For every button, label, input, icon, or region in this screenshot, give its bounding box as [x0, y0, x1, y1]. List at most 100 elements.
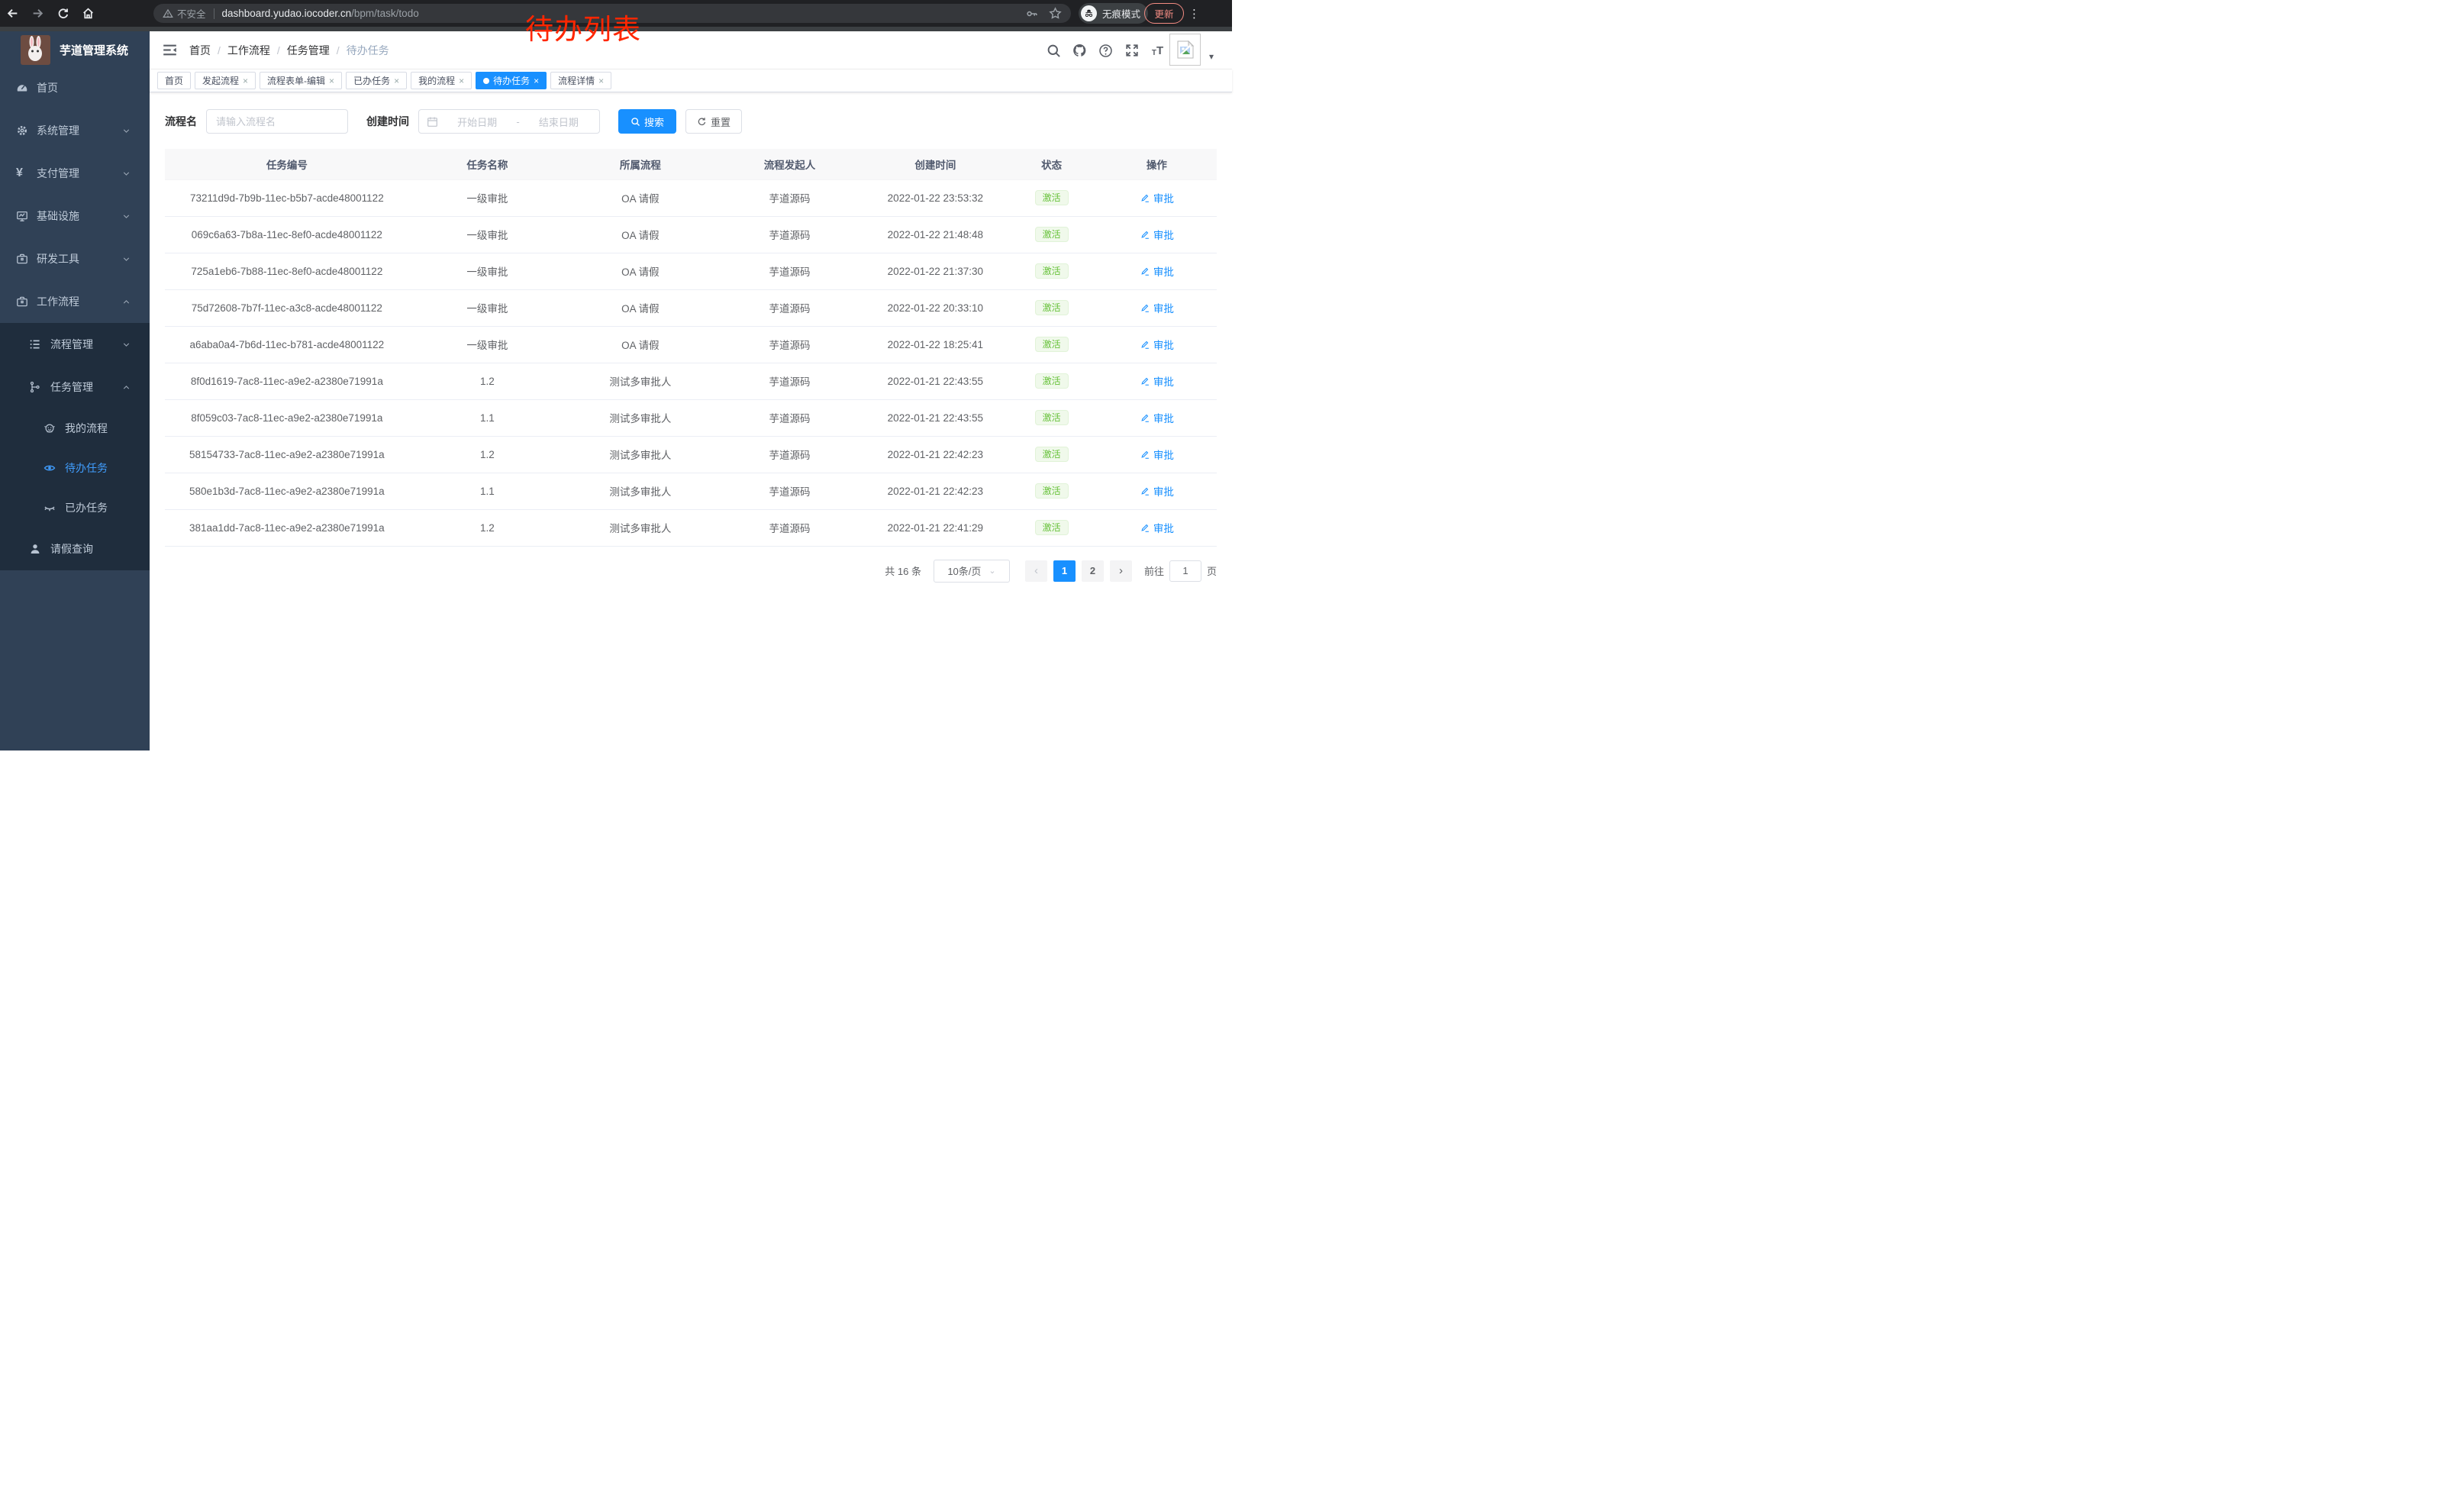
tab-close-icon[interactable]: ×	[534, 76, 539, 86]
approve-link[interactable]: 审批	[1140, 520, 1174, 535]
logo-row[interactable]: 芋道管理系统	[0, 31, 150, 69]
sidebar-item-首页[interactable]: 首页	[0, 66, 150, 109]
browser-reload-button[interactable]	[50, 1, 76, 26]
tab-流程详情[interactable]: 流程详情×	[550, 72, 611, 89]
cell-task-name: 1.2	[409, 509, 566, 546]
cell-created: 2022-01-22 18:25:41	[864, 326, 1006, 363]
sidebar-item-支付管理[interactable]: ¥支付管理	[0, 152, 150, 195]
avatar[interactable]	[1169, 34, 1201, 66]
approve-link[interactable]: 审批	[1140, 263, 1174, 279]
browser-update-button[interactable]: 更新	[1144, 3, 1184, 24]
search-button[interactable]: 搜索	[618, 109, 676, 134]
tab-待办任务[interactable]: 待办任务 ×	[476, 72, 547, 89]
reload-icon	[57, 8, 69, 20]
sidebar-item-任务管理[interactable]: 任务管理	[0, 366, 150, 408]
cell-starter: 芋道源码	[715, 436, 865, 473]
browser-back-button[interactable]	[0, 1, 25, 26]
approve-link[interactable]: 审批	[1140, 410, 1174, 425]
list-icon	[29, 338, 41, 350]
sidebar-item-工作流程[interactable]: 工作流程	[0, 280, 150, 323]
approve-link[interactable]: 审批	[1140, 373, 1174, 389]
status-badge: 激活	[1035, 263, 1069, 279]
sidebar-item-label: 首页	[37, 80, 58, 95]
approve-link[interactable]: 审批	[1140, 337, 1174, 352]
page-button-2[interactable]: 2	[1082, 560, 1104, 582]
dashboard-icon	[16, 82, 28, 94]
tab-流程表单-编辑[interactable]: 流程表单-编辑×	[260, 72, 342, 89]
cell-process: 测试多审批人	[566, 473, 715, 509]
column-header-任务名称: 任务名称	[409, 149, 566, 179]
cell-created: 2022-01-22 23:53:32	[864, 179, 1006, 216]
tab-close-icon[interactable]: ×	[598, 76, 604, 86]
cell-task-id: a6aba0a4-7b6d-11ec-b781-acde48001122	[165, 326, 409, 363]
reset-button[interactable]: 重置	[685, 109, 742, 134]
fullscreen-icon[interactable]	[1124, 44, 1139, 58]
breadcrumb-item-待办任务: 待办任务	[347, 43, 389, 58]
sidebar-collapse-button[interactable]	[150, 43, 189, 57]
tab-close-icon[interactable]: ×	[394, 76, 399, 86]
tab-close-icon[interactable]: ×	[459, 76, 464, 86]
approve-link[interactable]: 审批	[1140, 447, 1174, 462]
github-icon[interactable]	[1072, 44, 1087, 58]
sidebar-item-流程管理[interactable]: 流程管理	[0, 323, 150, 366]
cell-starter: 芋道源码	[715, 179, 865, 216]
sidebar-item-待办任务[interactable]: 待办任务	[0, 448, 150, 488]
sidebar-item-系统管理[interactable]: 系统管理	[0, 109, 150, 152]
sidebar-item-label: 流程管理	[50, 337, 93, 352]
cell-process: OA 请假	[566, 289, 715, 326]
robot-icon	[44, 422, 56, 434]
approve-link[interactable]: 审批	[1140, 190, 1174, 205]
cell-created: 2022-01-22 21:37:30	[864, 253, 1006, 289]
warning-icon	[163, 8, 173, 19]
avatar-caret-icon[interactable]: ▾	[1209, 51, 1214, 62]
next-page-button[interactable]: ›	[1110, 560, 1132, 582]
breadcrumb-item-任务管理[interactable]: 任务管理	[287, 43, 330, 58]
tab-我的流程[interactable]: 我的流程×	[411, 72, 472, 89]
tab-label: 待办任务	[493, 74, 530, 87]
breadcrumb-item-首页[interactable]: 首页	[189, 43, 211, 58]
process-name-input[interactable]	[206, 109, 348, 134]
tab-close-icon[interactable]: ×	[243, 76, 248, 86]
logo-image	[21, 35, 50, 65]
tab-首页[interactable]: 首页	[157, 72, 191, 89]
start-date-placeholder: 开始日期	[444, 115, 510, 129]
search-icon[interactable]	[1047, 44, 1061, 58]
sidebar-item-研发工具[interactable]: 研发工具	[0, 237, 150, 280]
sidebar-item-label: 支付管理	[37, 166, 79, 181]
approve-link[interactable]: 审批	[1140, 227, 1174, 242]
sidebar-item-我的流程[interactable]: 我的流程	[0, 408, 150, 448]
gear-icon	[16, 124, 28, 137]
help-icon[interactable]	[1098, 44, 1113, 58]
date-range-picker[interactable]: 开始日期 - 结束日期	[418, 109, 600, 134]
edit-icon	[1140, 412, 1150, 423]
page-button-1[interactable]: 1	[1053, 560, 1076, 582]
page-size-select[interactable]: 10条/页 ⌄	[934, 560, 1010, 583]
cell-process: 测试多审批人	[566, 436, 715, 473]
tab-已办任务[interactable]: 已办任务×	[346, 72, 407, 89]
bookmark-star-icon[interactable]	[1049, 7, 1062, 20]
sidebar-item-请假查询[interactable]: 请假查询	[0, 528, 150, 570]
status-badge: 激活	[1035, 300, 1069, 315]
cell-process: OA 请假	[566, 253, 715, 289]
approve-link[interactable]: 审批	[1140, 483, 1174, 499]
password-key-icon[interactable]	[1026, 8, 1038, 20]
annotation-text: 待办列表	[525, 6, 641, 47]
goto-page-input[interactable]	[1169, 560, 1201, 582]
table-row: 75d72608-7b7f-11ec-a3c8-acde48001122一级审批…	[165, 289, 1217, 326]
security-status[interactable]: 不安全	[163, 6, 206, 21]
sidebar-item-基础设施[interactable]: 基础设施	[0, 195, 150, 237]
app-title: 芋道管理系统	[60, 42, 128, 58]
tab-close-icon[interactable]: ×	[329, 76, 334, 86]
browser-forward-button[interactable]	[25, 1, 50, 26]
sidebar-item-label: 我的流程	[65, 421, 108, 436]
sidebar-item-已办任务[interactable]: 已办任务	[0, 488, 150, 528]
prev-page-button[interactable]: ‹	[1025, 560, 1047, 582]
font-size-icon[interactable]: TT	[1150, 44, 1165, 58]
browser-menu-dots-icon[interactable]: ⋮	[1188, 0, 1200, 27]
breadcrumb-separator: /	[337, 44, 340, 56]
approve-link[interactable]: 审批	[1140, 300, 1174, 315]
breadcrumb-item-工作流程[interactable]: 工作流程	[227, 43, 270, 58]
date-range-separator: -	[516, 116, 519, 128]
tab-发起流程[interactable]: 发起流程×	[195, 72, 256, 89]
browser-home-button[interactable]	[76, 1, 101, 26]
